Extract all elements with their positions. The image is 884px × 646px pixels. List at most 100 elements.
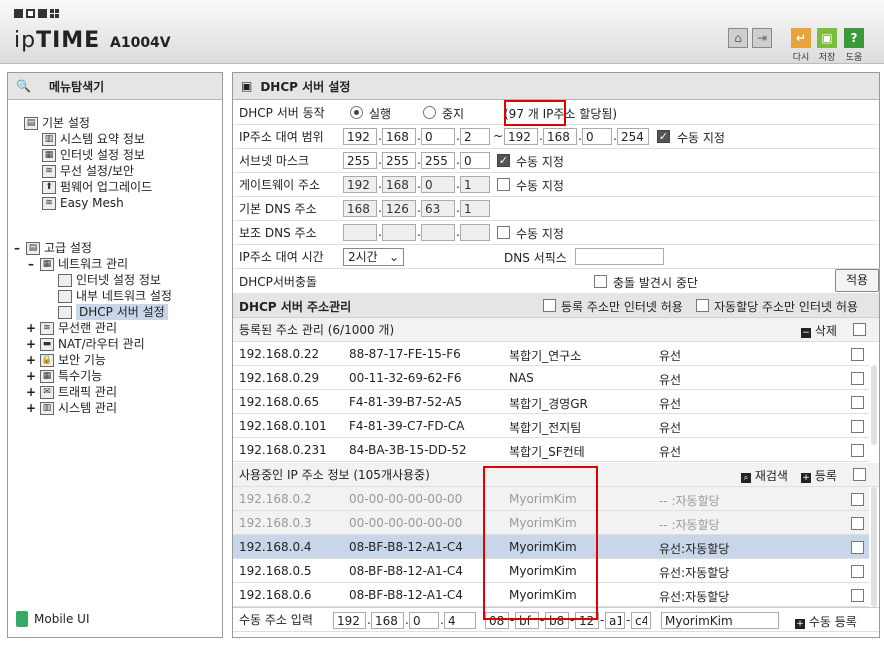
range-end-octet4[interactable] [617, 128, 649, 145]
dns2-octet4[interactable] [460, 224, 490, 241]
dns1-octet1[interactable] [343, 200, 377, 217]
range-end-octet1[interactable] [504, 128, 538, 145]
expand-icon[interactable]: + [26, 320, 36, 336]
menu-item-internet-info[interactable]: ▦ 인터넷 설정 정보 [42, 147, 145, 163]
table-row[interactable]: 192.168.0.29 00-11-32-69-62-F6 NAS 유선 [233, 366, 869, 390]
home-icon[interactable]: ⌂ [728, 28, 748, 48]
menu-item-wireless[interactable]: ≋ 무선 설정/보안 [42, 163, 134, 179]
menu-item-easymesh[interactable]: ≋ Easy Mesh [42, 195, 124, 211]
apply-settings-button[interactable]: 적용 [835, 269, 879, 292]
subnet-octet3[interactable] [421, 152, 455, 169]
menu-item-firmware[interactable]: ⬆ 펌웨어 업그레이드 [42, 179, 152, 195]
mobile-ui-link[interactable]: Mobile UI [16, 611, 90, 627]
menu-item-system-summary[interactable]: ▥ 시스템 요약 정보 [42, 131, 145, 147]
row-checkbox[interactable] [851, 396, 864, 409]
lease-select[interactable]: 2시간 ⌄ [343, 248, 404, 266]
row-checkbox[interactable] [851, 444, 864, 457]
range-start-octet4[interactable] [460, 128, 490, 145]
registered-scrollbar[interactable] [871, 365, 877, 445]
dns2-octet1[interactable] [343, 224, 377, 241]
row-checkbox[interactable] [851, 517, 864, 530]
dns1-octet2[interactable] [382, 200, 416, 217]
expand-icon[interactable]: + [26, 336, 36, 352]
expand-icon[interactable]: + [26, 384, 36, 400]
row-checkbox[interactable] [851, 589, 864, 602]
collapse-icon[interactable]: – [26, 256, 36, 272]
dhcp-run-radio[interactable] [350, 106, 363, 119]
menu-item-security[interactable]: + 🔒 보안 기능 [26, 352, 106, 368]
range-manual-label: 수동 지정 [677, 131, 725, 145]
dhcp-stop-radio[interactable] [423, 106, 436, 119]
manual-ip-octet4[interactable] [444, 612, 476, 629]
menu-item-wlan[interactable]: + ≋ 무선랜 관리 [26, 320, 117, 336]
menu-item-dhcp[interactable]: DHCP 서버 설정 [58, 304, 168, 320]
inuse-scrollbar[interactable] [871, 487, 877, 607]
collapse-icon[interactable]: – [12, 240, 22, 256]
manual-ip-octet2[interactable] [371, 612, 404, 629]
row-checkbox[interactable] [851, 420, 864, 433]
row-checkbox[interactable] [851, 493, 864, 506]
range-start-octet3[interactable] [421, 128, 455, 145]
row-type: 유선:자동할당 [659, 542, 730, 556]
subnet-manual-checkbox[interactable]: ✓ [497, 154, 510, 167]
manual-ip-octet3[interactable] [409, 612, 439, 629]
save-button[interactable]: ▣ 저장 [816, 28, 838, 63]
rescan-button[interactable]: ⌕ 재검색 [741, 467, 788, 484]
menu-item-traffic[interactable]: + ✉ 트래픽 관리 [26, 384, 117, 400]
gateway-octet3[interactable] [421, 176, 455, 193]
dns1-octet3[interactable] [421, 200, 455, 217]
gateway-octet4[interactable] [460, 176, 490, 193]
registered-select-all-checkbox[interactable] [853, 323, 866, 336]
subnet-octet4[interactable] [460, 152, 490, 169]
menu-group-network[interactable]: – ▦ 네트워크 관리 [26, 256, 128, 272]
dns2-octet2[interactable] [382, 224, 416, 241]
row-checkbox[interactable] [851, 541, 864, 554]
manual-mac-5[interactable] [605, 612, 625, 629]
table-row[interactable]: 192.168.0.231 84-BA-3B-15-DD-52 복합기_SF컨테… [233, 438, 869, 462]
menu-item-system[interactable]: + ▥ 시스템 관리 [26, 400, 117, 416]
manual-mac-6[interactable] [631, 612, 651, 629]
menu-group-basic[interactable]: ▤ 기본 설정 [24, 115, 90, 131]
register-button[interactable]: + 등록 [801, 467, 837, 484]
menu-item-special[interactable]: + ▦ 특수기능 [26, 368, 102, 384]
gateway-octet2[interactable] [382, 176, 416, 193]
expand-icon[interactable]: + [26, 400, 36, 416]
range-end-octet2[interactable] [543, 128, 577, 145]
conflict-stop-checkbox[interactable] [594, 275, 607, 288]
dns1-octet4[interactable] [460, 200, 490, 217]
help-button[interactable]: ? 도움 [843, 28, 865, 63]
range-manual-checkbox[interactable]: ✓ [657, 130, 670, 143]
dns2-manual-checkbox[interactable] [497, 226, 510, 239]
manual-name-input[interactable] [661, 612, 779, 629]
manual-ip-octet1[interactable] [333, 612, 366, 629]
subnet-octet2[interactable] [382, 152, 416, 169]
delete-button[interactable]: − 삭제 [801, 322, 837, 339]
menu-group-advanced[interactable]: – ▤ 고급 설정 [12, 240, 92, 256]
dns2-octet3[interactable] [421, 224, 455, 241]
apply-button[interactable]: ↵ 다시 [790, 28, 812, 63]
auto-only-checkbox[interactable] [696, 299, 709, 312]
menu-item-lan-settings[interactable]: 내부 네트워크 설정 [58, 288, 172, 304]
table-row[interactable]: 192.168.0.22 88-87-17-FE-15-F6 복합기_연구소 유… [233, 342, 869, 366]
expand-icon[interactable]: + [26, 368, 36, 384]
expand-icon[interactable]: + [26, 352, 36, 368]
row-checkbox[interactable] [851, 565, 864, 578]
manual-register-button[interactable]: + 수동 등록 [795, 613, 857, 630]
gateway-octet1[interactable] [343, 176, 377, 193]
menu-item-internet-settings[interactable]: 인터넷 설정 정보 [58, 272, 161, 288]
dns-suffix-input[interactable] [575, 248, 664, 265]
range-end-octet3[interactable] [582, 128, 612, 145]
table-row[interactable]: 192.168.0.101 F4-81-39-C7-FD-CA 복합기_전지팀 … [233, 414, 869, 438]
range-start-octet2[interactable] [382, 128, 416, 145]
row-checkbox[interactable] [851, 372, 864, 385]
row-mac: F4-81-39-C7-FD-CA [349, 419, 465, 433]
gateway-manual-checkbox[interactable] [497, 178, 510, 191]
table-row[interactable]: 192.168.0.65 F4-81-39-B7-52-A5 복합기_경영GR … [233, 390, 869, 414]
registered-only-checkbox[interactable] [543, 299, 556, 312]
subnet-octet1[interactable] [343, 152, 377, 169]
range-start-octet1[interactable] [343, 128, 377, 145]
logout-icon[interactable]: ⇥ [752, 28, 772, 48]
menu-item-nat[interactable]: + ▬ NAT/라우터 관리 [26, 336, 145, 352]
row-checkbox[interactable] [851, 348, 864, 361]
inuse-select-all-checkbox[interactable] [853, 468, 866, 481]
